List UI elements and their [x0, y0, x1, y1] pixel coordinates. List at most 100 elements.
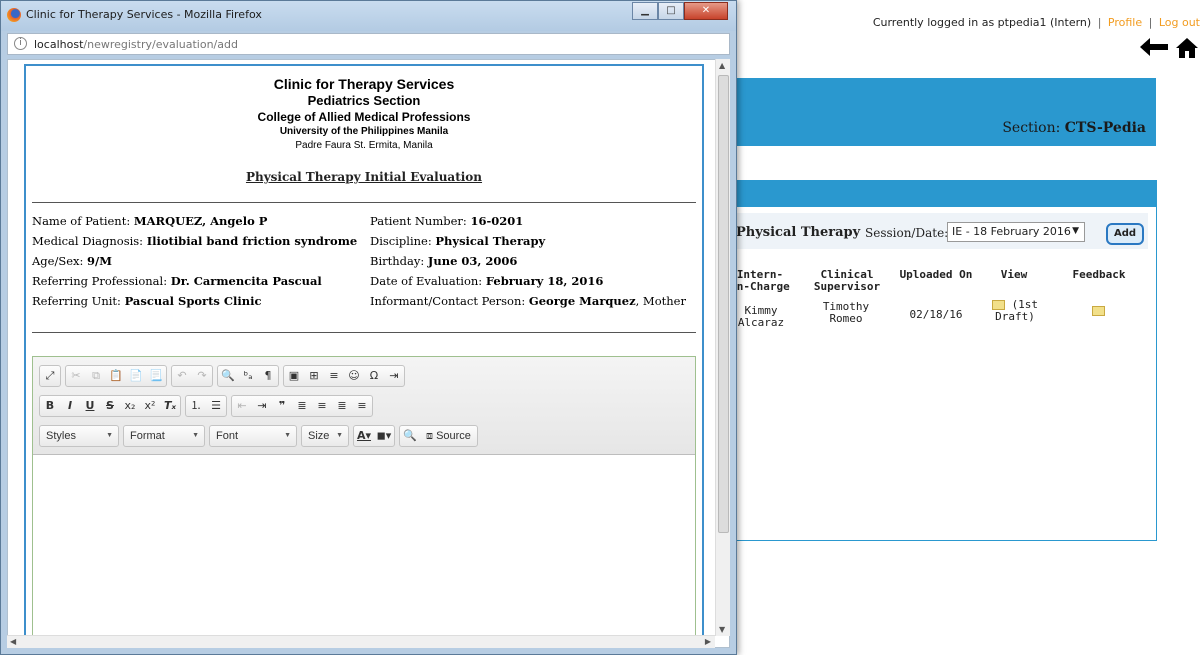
cell-uploaded: 02/18/16: [909, 308, 963, 321]
blockquote-icon[interactable]: ❞: [272, 396, 292, 416]
evaluation-document: Clinic for Therapy Services Pediatrics S…: [24, 64, 704, 647]
cell-feedback[interactable]: [1088, 305, 1108, 317]
info-icon[interactable]: i: [14, 37, 27, 50]
chevron-down-icon: ▼: [1072, 226, 1079, 236]
bold-icon[interactable]: B: [40, 396, 60, 416]
chevron-down-icon: ▼: [284, 432, 291, 439]
window-titlebar[interactable]: Clinic for Therapy Services - Mozilla Fi…: [1, 1, 736, 31]
font-dropdown[interactable]: Font ▼: [209, 425, 297, 447]
vertical-scrollbar[interactable]: ▲ ▼: [715, 59, 730, 636]
logout-link[interactable]: Log out: [1159, 16, 1200, 29]
text-color-icon[interactable]: A▾: [354, 426, 374, 446]
redo-icon[interactable]: ↷: [192, 366, 212, 386]
subscript-icon[interactable]: x₂: [120, 396, 140, 416]
cut-icon[interactable]: ✂: [66, 366, 86, 386]
col-header-supervisor: Clinical Supervisor: [813, 268, 881, 293]
align-right-icon[interactable]: ≣: [332, 396, 352, 416]
firefox-icon: [7, 8, 21, 22]
horizontal-line-icon[interactable]: ≡: [324, 366, 344, 386]
window-controls: ▁ □ ✕: [632, 2, 728, 20]
profile-link[interactable]: Profile: [1108, 16, 1142, 29]
minimize-button[interactable]: ▁: [632, 2, 658, 20]
informant: Informant/Contact Person: George Marquez…: [370, 294, 686, 308]
align-center-icon[interactable]: ≡: [312, 396, 332, 416]
age-sex: Age/Sex: 9/M: [32, 254, 112, 268]
cell-intern: Kimmy Alcaraz: [737, 304, 785, 329]
evaluation-date: Date of Evaluation: February 18, 2016: [370, 274, 604, 288]
size-dropdown[interactable]: Size ▼: [301, 425, 349, 447]
scroll-thumb[interactable]: [718, 75, 729, 533]
justify-icon[interactable]: ≡: [352, 396, 372, 416]
col-header-intern: Intern-in-Charge: [730, 268, 790, 293]
session-select[interactable]: IE - 18 February 2016 ▼: [947, 222, 1085, 242]
col-header-uploaded: Uploaded On: [899, 268, 973, 281]
home-icon[interactable]: [1176, 38, 1198, 58]
maximize-button[interactable]: □: [658, 2, 684, 20]
url-bar[interactable]: i localhost/newregistry/evaluation/add: [7, 33, 730, 55]
background-color-icon[interactable]: ◼▾: [374, 426, 394, 446]
maximize-icon[interactable]: ⤢: [40, 366, 60, 386]
italic-icon[interactable]: I: [60, 396, 80, 416]
underline-icon[interactable]: U: [80, 396, 100, 416]
page-break-icon[interactable]: ⇥: [384, 366, 404, 386]
scroll-down-icon[interactable]: ▼: [719, 625, 725, 634]
indent-icon[interactable]: ⇥: [252, 396, 272, 416]
numbered-list-icon[interactable]: ⒈: [186, 396, 206, 416]
scroll-right-icon[interactable]: ▶: [705, 637, 711, 646]
cell-view[interactable]: (1st Draft): [990, 299, 1040, 323]
rich-text-editor: ⤢ ✂ ⧉ 📋 📄 📃 ↶ ↷ 🔍 ᵇₐ ¶ ▣ ⊞ ≡ ☺ Ω ⇥ B I U…: [32, 356, 696, 647]
patient-name: Name of Patient: MARQUEZ, Angelo P: [32, 214, 268, 228]
format-dropdown[interactable]: Format ▼: [123, 425, 205, 447]
replace-icon[interactable]: ᵇₐ: [238, 366, 258, 386]
college-name: College of Allied Medical Professions: [257, 110, 471, 124]
bulleted-list-icon[interactable]: ☰: [206, 396, 226, 416]
birthday: Birthday: June 03, 2006: [370, 254, 518, 268]
chevron-down-icon: ▼: [336, 432, 343, 439]
page-viewport: Clinic for Therapy Services Pediatrics S…: [7, 59, 730, 648]
smiley-icon[interactable]: ☺: [344, 366, 364, 386]
discipline: Discipline: Physical Therapy: [370, 234, 546, 248]
source-button[interactable]: ⧈ Source: [420, 426, 477, 446]
referring-unit: Referring Unit: Pascual Sports Clinic: [32, 294, 262, 308]
copy-icon[interactable]: ⧉: [86, 366, 106, 386]
table-icon[interactable]: ⊞: [304, 366, 324, 386]
align-left-icon[interactable]: ≣: [292, 396, 312, 416]
medical-diagnosis: Medical Diagnosis: Iliotibial band frict…: [32, 234, 358, 248]
editor-content-area[interactable]: [33, 456, 695, 647]
section-name: Pediatrics Section: [307, 93, 421, 108]
scroll-left-icon[interactable]: ◀: [10, 637, 16, 646]
horizontal-scrollbar[interactable]: ◀ ▶: [7, 635, 715, 648]
address: Padre Faura St. Ermita, Manila: [295, 140, 433, 151]
browser-popup-window: Clinic for Therapy Services - Mozilla Fi…: [0, 0, 737, 655]
styles-dropdown[interactable]: Styles ▼: [39, 425, 119, 447]
image-icon[interactable]: ▣: [284, 366, 304, 386]
nav-icons: [1140, 38, 1198, 58]
scroll-up-icon[interactable]: ▲: [719, 61, 725, 70]
patient-number: Patient Number: 16-0201: [370, 214, 524, 228]
remove-format-icon[interactable]: Tₓ: [160, 396, 180, 416]
strikethrough-icon[interactable]: S: [100, 396, 120, 416]
feedback-folder-icon[interactable]: [1091, 306, 1105, 316]
window-title: Clinic for Therapy Services - Mozilla Fi…: [26, 8, 262, 21]
back-arrow-icon[interactable]: [1140, 38, 1168, 58]
referring-professional: Referring Professional: Dr. Carmencita P…: [32, 274, 322, 288]
panel-header: [736, 181, 1156, 207]
col-header-view: View: [1000, 268, 1028, 281]
outdent-icon[interactable]: ⇤: [232, 396, 252, 416]
superscript-icon[interactable]: x²: [140, 396, 160, 416]
close-button[interactable]: ✕: [684, 2, 728, 20]
add-button[interactable]: Add: [1106, 223, 1144, 245]
user-bar: Currently logged in as ptpedia1 (Intern)…: [872, 16, 1200, 29]
undo-icon[interactable]: ↶: [172, 366, 192, 386]
session-label: Session/Date:: [865, 226, 949, 240]
find-icon[interactable]: 🔍: [218, 366, 238, 386]
folder-icon[interactable]: [991, 300, 1005, 310]
paste-text-icon[interactable]: 📄: [126, 366, 146, 386]
spellcheck-icon[interactable]: ¶: [258, 366, 278, 386]
paste-icon[interactable]: 📋: [106, 366, 126, 386]
paste-word-icon[interactable]: 📃: [146, 366, 166, 386]
chevron-down-icon: ▼: [192, 432, 199, 439]
section-label: Section: CTS-Pedia: [1002, 120, 1146, 136]
preview-icon[interactable]: 🔍: [400, 426, 420, 446]
special-char-icon[interactable]: Ω: [364, 366, 384, 386]
